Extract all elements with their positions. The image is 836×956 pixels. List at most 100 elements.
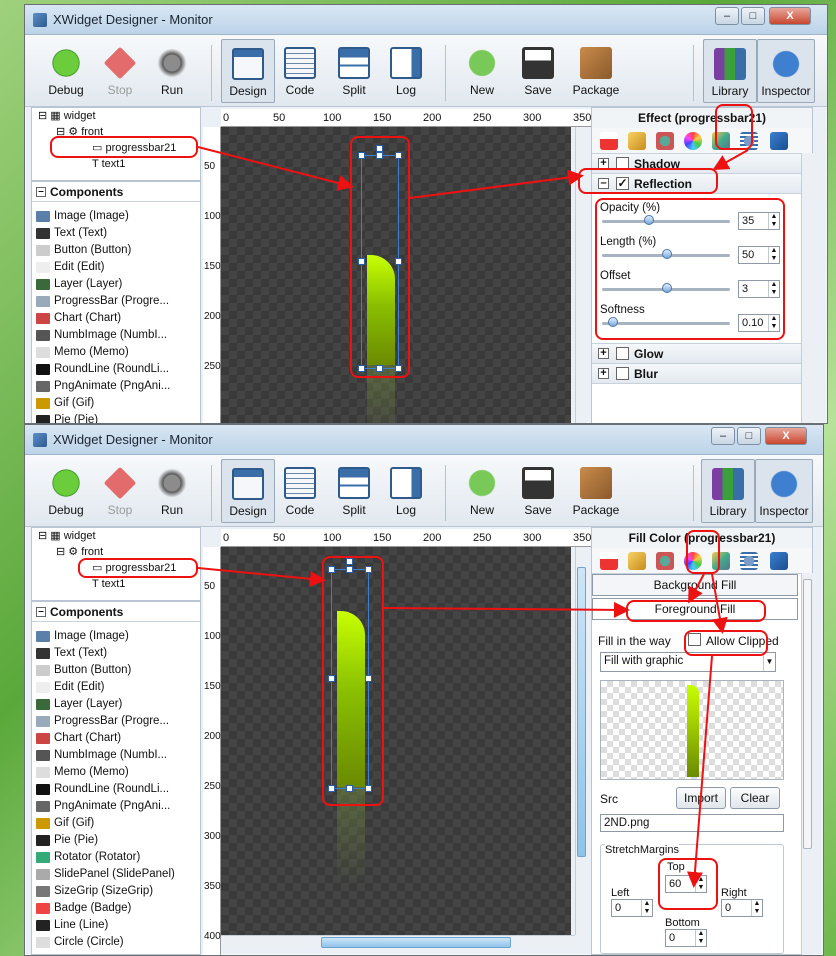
component-item[interactable]: RoundLine (RoundLi... xyxy=(32,361,200,378)
foreground-fill-tab[interactable]: Foreground Fill xyxy=(592,598,798,620)
canvas-horizontal-scrollbar[interactable] xyxy=(221,935,575,949)
tab-fill-color-icon[interactable] xyxy=(684,552,702,570)
component-item[interactable]: Button (Button) xyxy=(32,242,200,259)
resize-handle[interactable] xyxy=(365,675,372,682)
spin-arrows-icon[interactable]: ▲ ▼ xyxy=(768,213,779,229)
offset-slider[interactable] xyxy=(662,283,672,293)
import-button[interactable]: Import xyxy=(676,787,726,809)
debug-button[interactable]: Debug xyxy=(39,39,93,103)
resize-handle[interactable] xyxy=(358,258,365,265)
opacity-track[interactable] xyxy=(602,220,730,223)
spin-arrows-icon[interactable]: ▲ ▼ xyxy=(695,930,706,946)
left-spinbox[interactable]: 0 ▲ ▼ xyxy=(611,899,653,917)
component-item[interactable]: Button (Button) xyxy=(32,662,200,679)
components-header[interactable]: – Components xyxy=(32,602,200,622)
component-item[interactable]: Rotator (Rotator) xyxy=(32,849,200,866)
design-button[interactable]: Design xyxy=(221,39,275,103)
spin-arrows-icon[interactable]: ▲ ▼ xyxy=(695,876,706,892)
split-button[interactable]: Split xyxy=(327,39,381,103)
inspector-button[interactable]: Inspector xyxy=(755,459,813,523)
component-item[interactable]: Layer (Layer) xyxy=(32,276,200,293)
resize-handle[interactable] xyxy=(395,258,402,265)
component-item[interactable]: Gif (Gif) xyxy=(32,815,200,832)
right-spinbox[interactable]: 0 ▲ ▼ xyxy=(721,899,763,917)
resize-handle[interactable] xyxy=(365,785,372,792)
resize-handle[interactable] xyxy=(328,675,335,682)
tree-node-widget[interactable]: ⊟ ▦ widget xyxy=(38,528,96,544)
component-item[interactable]: Pie (Pie) xyxy=(32,412,200,423)
design-canvas[interactable] xyxy=(221,547,571,935)
resize-handle[interactable] xyxy=(395,152,402,159)
tab-cube-icon[interactable] xyxy=(770,132,788,150)
spin-arrows-icon[interactable]: ▲ ▼ xyxy=(641,900,652,916)
save-button[interactable]: Save xyxy=(511,459,565,523)
component-item[interactable]: PngAnimate (PngAni... xyxy=(32,378,200,395)
tree-node-text[interactable]: T text1 xyxy=(92,156,125,172)
glow-section[interactable]: + Glow xyxy=(592,344,812,364)
component-item[interactable]: RoundLine (RoundLi... xyxy=(32,781,200,798)
rotate-handle[interactable] xyxy=(346,558,353,565)
resize-handle[interactable] xyxy=(328,566,335,573)
component-item[interactable]: Chart (Chart) xyxy=(32,730,200,747)
component-item[interactable]: NumbImage (NumbI... xyxy=(32,327,200,344)
glow-checkbox[interactable] xyxy=(616,347,629,360)
clear-button[interactable]: Clear xyxy=(730,787,780,809)
component-item[interactable]: Memo (Memo) xyxy=(32,764,200,781)
shadow-section[interactable]: + Shadow xyxy=(592,154,812,174)
package-button[interactable]: Package xyxy=(569,459,623,523)
run-button[interactable]: Run xyxy=(145,459,199,523)
tab-ruler-icon[interactable] xyxy=(628,552,646,570)
length-spinbox[interactable]: 50 ▲ ▼ xyxy=(738,246,780,264)
tab-globe-icon[interactable] xyxy=(740,132,758,150)
stop-button[interactable]: Stop xyxy=(93,459,147,523)
reflection-checkbox[interactable]: ✓ xyxy=(616,177,629,190)
maximize-button[interactable]: □ xyxy=(741,7,765,25)
shadow-checkbox[interactable] xyxy=(616,157,629,170)
component-item[interactable]: PngAnimate (PngAni... xyxy=(32,798,200,815)
log-button[interactable]: Log xyxy=(379,459,433,523)
softness-spinbox[interactable]: 0.10 ▲ ▼ xyxy=(738,314,780,332)
tab-ruler-icon[interactable] xyxy=(628,132,646,150)
canvas-vertical-scrollbar[interactable] xyxy=(575,547,587,935)
resize-handle[interactable] xyxy=(346,785,353,792)
save-button[interactable]: Save xyxy=(511,39,565,103)
rotate-handle[interactable] xyxy=(376,145,383,152)
chevron-down-icon[interactable]: ▼ xyxy=(763,653,775,671)
blur-checkbox[interactable] xyxy=(616,367,629,380)
new-button[interactable]: New xyxy=(455,459,509,523)
length-slider[interactable] xyxy=(662,249,672,259)
softness-track[interactable] xyxy=(602,322,730,325)
debug-button[interactable]: Debug xyxy=(39,459,93,523)
close-button[interactable]: X xyxy=(765,427,807,445)
component-item[interactable]: Text (Text) xyxy=(32,225,200,242)
spin-arrows-icon[interactable]: ▲ ▼ xyxy=(751,900,762,916)
log-button[interactable]: Log xyxy=(379,39,433,103)
run-button[interactable]: Run xyxy=(145,39,199,103)
tab-general-icon[interactable] xyxy=(600,132,618,150)
bottom-spinbox[interactable]: 0 ▲ ▼ xyxy=(665,929,707,947)
scroll-thumb[interactable] xyxy=(803,579,812,849)
tree-node-progressbar[interactable]: ▭ progressbar21 xyxy=(92,560,176,576)
resize-handle[interactable] xyxy=(358,365,365,372)
component-item[interactable]: Edit (Edit) xyxy=(32,679,200,696)
inspector-scrollbar[interactable] xyxy=(801,573,813,955)
softness-slider[interactable] xyxy=(608,317,618,327)
resize-handle[interactable] xyxy=(376,365,383,372)
tab-action-icon[interactable] xyxy=(656,132,674,150)
opacity-slider[interactable] xyxy=(644,215,654,225)
offset-spinbox[interactable]: 3 ▲ ▼ xyxy=(738,280,780,298)
components-header[interactable]: – Components xyxy=(32,182,200,202)
code-button[interactable]: Code xyxy=(273,459,327,523)
tree-node-front[interactable]: ⊟ ⚙ front xyxy=(56,544,103,560)
component-item[interactable]: SlidePanel (SlidePanel) xyxy=(32,866,200,883)
tree-node-widget[interactable]: ⊟ ▦ widget xyxy=(38,108,96,124)
component-item[interactable]: Memo (Memo) xyxy=(32,344,200,361)
component-item[interactable]: Gif (Gif) xyxy=(32,395,200,412)
minimize-button[interactable]: – xyxy=(715,7,739,25)
background-fill-tab[interactable]: Background Fill xyxy=(592,574,798,596)
component-item[interactable]: Layer (Layer) xyxy=(32,696,200,713)
resize-handle[interactable] xyxy=(365,566,372,573)
blur-section[interactable]: + Blur xyxy=(592,364,812,384)
component-item[interactable]: Line (Line) xyxy=(32,917,200,934)
tree-node-text[interactable]: T text1 xyxy=(92,576,125,592)
